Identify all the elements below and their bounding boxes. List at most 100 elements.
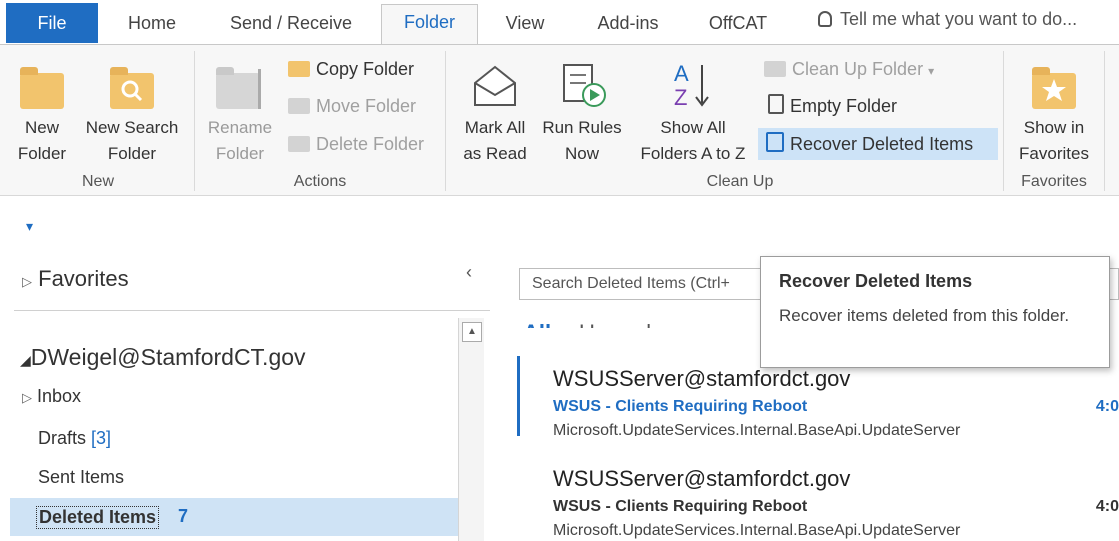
move-folder-icon (288, 98, 310, 114)
mail-preview: Microsoft.UpdateServices.Internal.BaseAp… (553, 522, 961, 539)
clean-up-icon (764, 61, 786, 77)
recover-deleted-items-button[interactable]: Recover Deleted Items (758, 128, 998, 160)
quick-access-icon[interactable]: ▾ (26, 218, 33, 235)
run-rules-icon (563, 64, 606, 107)
deleted-items-label: Deleted Items (36, 506, 160, 529)
mark-all-read-label-2: as Read (463, 144, 527, 163)
text-cursor-icon (258, 69, 261, 109)
nav-drafts[interactable]: Drafts [3] (38, 428, 111, 449)
run-rules-label-1: Run Rules (542, 118, 622, 137)
rename-label-1: Rename (207, 118, 273, 137)
delete-folder-icon (288, 136, 310, 152)
list-item[interactable]: WSUSServer@stamfordct.gov WSUS - Clients… (505, 436, 1119, 541)
recover-deleted-label: Recover Deleted Items (790, 134, 974, 154)
favorites-folder-icon (1032, 67, 1076, 109)
scrollbar[interactable]: ▲ (458, 318, 484, 541)
group-separator (1104, 51, 1105, 191)
tab-folder[interactable]: Folder (381, 4, 478, 44)
favorites-label: Favorites (38, 266, 129, 291)
nav-inbox[interactable]: ▷ Inbox (22, 386, 81, 407)
lightbulb-icon (818, 11, 832, 27)
recover-icon (766, 132, 784, 152)
drafts-label: Drafts (38, 428, 87, 448)
tab-file[interactable]: File (6, 3, 98, 43)
run-rules-button[interactable]: Run Rules Now (536, 59, 628, 167)
show-in-favorites-button[interactable]: Show in Favorites (1009, 59, 1099, 167)
tooltip-title: Recover Deleted Items (779, 271, 973, 291)
new-folder-label-2: Folder (17, 144, 67, 163)
group-separator (445, 51, 446, 191)
rename-label-2: Folder (215, 144, 265, 163)
mail-time: 4:0 (1095, 498, 1119, 515)
mark-all-read-button[interactable]: Mark All as Read (455, 59, 535, 167)
delete-folder-button[interactable]: Delete Folder (282, 128, 430, 160)
folder-pane: ▾ ▷ Favorites ‹ ▲ ◢DWeigel@StamfordCT.go… (0, 196, 490, 541)
svg-text:A: A (674, 61, 689, 86)
collapse-triangle-icon: ◢ (20, 352, 31, 368)
tell-me-text: Tell me what you want to do... (840, 9, 1078, 29)
nav-deleted-items[interactable]: Deleted Items 7 (10, 498, 458, 536)
recover-deleted-tooltip: Recover Deleted Items Recover items dele… (760, 256, 1110, 368)
tell-me-box[interactable]: Tell me what you want to do... (818, 9, 1077, 30)
drafts-count: [3] (91, 428, 112, 448)
message-list-pane: Search Deleted Items (Ctrl+ All Unread W… (505, 196, 1119, 541)
show-in-favorites-label-2: Favorites (1019, 144, 1089, 163)
copy-folder-button[interactable]: Copy Folder (282, 53, 420, 85)
move-folder-button[interactable]: Move Folder (282, 90, 422, 122)
tab-addins[interactable]: Add-ins (582, 6, 674, 40)
open-envelope-icon (474, 65, 516, 106)
clean-up-folder-label: Clean Up Folder (792, 59, 924, 79)
clean-up-folder-button[interactable]: Clean Up Folder ▾ (758, 53, 940, 85)
inbox-label: Inbox (37, 386, 82, 406)
mail-subject: WSUS - Clients Requiring Reboot (553, 398, 808, 415)
mail-time: 4:0 (1095, 398, 1119, 415)
new-search-folder-button[interactable]: New Search Folder (76, 59, 188, 167)
expand-triangle-icon: ▷ (22, 274, 32, 289)
show-all-folders-button[interactable]: A Z Show All Folders A to Z (630, 59, 756, 167)
group-separator (1003, 51, 1004, 191)
mark-all-read-label-1: Mark All (464, 118, 526, 137)
copy-folder-label: Copy Folder (316, 59, 415, 79)
show-all-folders-label-2: Folders A to Z (640, 144, 746, 163)
rename-folder-icon (216, 67, 260, 109)
tab-home[interactable]: Home (116, 6, 188, 40)
empty-folder-button[interactable]: Empty Folder (758, 90, 903, 122)
folder-icon (20, 67, 64, 109)
favorites-node[interactable]: ▷ Favorites (22, 266, 129, 292)
tab-send-receive[interactable]: Send / Receive (214, 6, 368, 40)
run-rules-label-2: Now (564, 144, 599, 163)
group-label-new: New (81, 173, 114, 190)
new-folder-button[interactable]: New Folder (10, 59, 74, 167)
group-label-actions: Actions (293, 173, 347, 190)
sort-az-icon: A Z (674, 61, 709, 110)
new-search-folder-label-2: Folder (107, 144, 157, 163)
tooltip-body: Recover items deleted from this folder. (779, 306, 1070, 325)
show-all-folders-label-1: Show All (660, 118, 726, 137)
search-folder-icon (110, 67, 154, 109)
collapse-pane-icon[interactable]: ‹ (466, 262, 472, 283)
new-search-folder-label-1: New Search (85, 118, 179, 137)
account-node[interactable]: ◢DWeigel@StamfordCT.gov (20, 344, 306, 371)
copy-folder-icon (288, 61, 310, 77)
delete-folder-label: Delete Folder (316, 134, 425, 154)
expand-triangle-icon: ▷ (22, 390, 32, 405)
mail-subject: WSUS - Clients Requiring Reboot (553, 498, 808, 515)
mail-sender: WSUSServer@stamfordct.gov (553, 366, 851, 391)
trash-icon (768, 94, 784, 114)
group-label-clean-up: Clean Up (706, 173, 774, 190)
rename-folder-button[interactable]: Rename Folder (200, 59, 280, 167)
scroll-up-icon[interactable]: ▲ (462, 322, 482, 342)
account-label: DWeigel@StamfordCT.gov (30, 344, 306, 370)
move-folder-label: Move Folder (316, 96, 417, 116)
group-label-favorites: Favorites (1021, 173, 1087, 190)
ribbon-tab-bar: File Home Send / Receive Folder View Add… (0, 0, 1119, 45)
new-folder-label-1: New (24, 118, 59, 137)
tab-view[interactable]: View (492, 6, 558, 40)
ribbon: New Folder New Search Folder New Rename … (0, 44, 1119, 196)
nav-sent-items[interactable]: Sent Items (38, 467, 124, 488)
svg-text:Z: Z (674, 85, 687, 110)
chevron-down-icon: ▾ (928, 64, 935, 78)
tab-offcat[interactable]: OffCAT (696, 6, 780, 40)
show-in-favorites-label-1: Show in (1023, 118, 1085, 137)
mail-sender: WSUSServer@stamfordct.gov (553, 466, 851, 491)
